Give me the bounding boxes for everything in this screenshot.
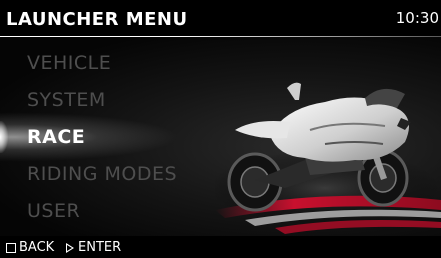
- enter-button[interactable]: ENTER: [66, 240, 121, 255]
- clock: 10:30: [395, 9, 439, 27]
- enter-label: ENTER: [78, 240, 122, 255]
- menu-item-riding-modes[interactable]: RIDING MODES: [0, 156, 260, 193]
- menu-item-label: RACE: [27, 126, 86, 148]
- menu-item-vehicle[interactable]: VEHICLE: [0, 45, 260, 82]
- launcher-screen: LAUNCHER MENU 10:30 VEHICLE SYSTEM RACE …: [0, 0, 441, 258]
- menu-item-race[interactable]: RACE: [0, 109, 260, 165]
- back-label: BACK: [19, 240, 55, 255]
- footer-bar: BACK ENTER: [0, 236, 441, 258]
- selection-edge-marker: [0, 121, 8, 153]
- back-button[interactable]: BACK: [6, 240, 54, 255]
- menu-item-label: VEHICLE: [27, 52, 112, 74]
- menu-item-label: USER: [27, 200, 81, 222]
- page-title: LAUNCHER MENU: [6, 9, 188, 30]
- square-icon: [6, 242, 16, 253]
- triangle-right-icon: [66, 242, 74, 253]
- menu-item-label: RIDING MODES: [27, 163, 178, 185]
- launcher-menu: VEHICLE SYSTEM RACE RIDING MODES USER: [0, 45, 260, 230]
- header-divider: [0, 36, 441, 37]
- menu-item-label: SYSTEM: [27, 89, 106, 111]
- menu-item-user[interactable]: USER: [0, 193, 260, 230]
- header-bar: LAUNCHER MENU 10:30: [0, 0, 441, 36]
